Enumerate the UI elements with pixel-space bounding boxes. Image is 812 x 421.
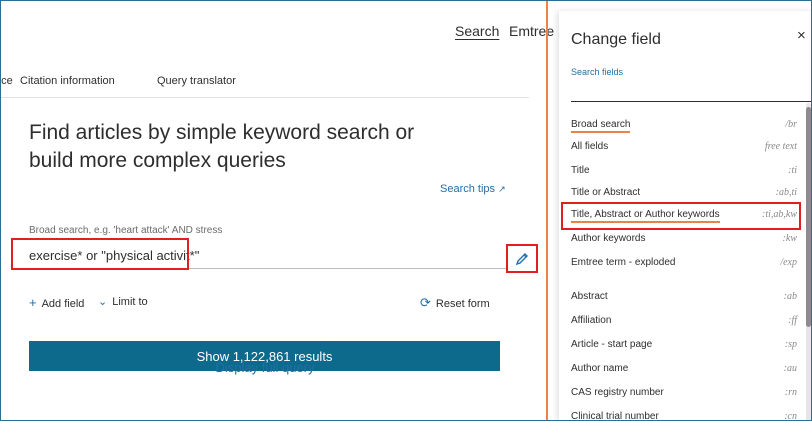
- field-code: :ff: [788, 315, 797, 326]
- field-option-article-start-page[interactable]: Article - start page :sp: [571, 339, 797, 355]
- field-code: :ab: [783, 291, 797, 302]
- field-name: Title or Abstract: [571, 187, 641, 198]
- change-field-button[interactable]: [506, 244, 538, 273]
- field-option-title-or-abstract[interactable]: Title or Abstract :ab,ti: [571, 187, 797, 203]
- external-arrow-icon: ↗: [498, 184, 506, 194]
- add-field-label: Add field: [41, 298, 85, 310]
- field-name: All fields: [571, 141, 609, 152]
- field-name: Article - start page: [571, 339, 653, 350]
- query-input[interactable]: [29, 242, 509, 269]
- broad-search-label: Broad search, e.g. 'heart attack' AND st…: [29, 225, 223, 236]
- search-fields-input[interactable]: [571, 81, 811, 102]
- subnav-translator-link[interactable]: Query translator: [157, 75, 236, 87]
- panel-divider: [546, 1, 548, 420]
- search-tips-link[interactable]: Search tips ↗: [440, 183, 506, 195]
- search-card: Find articles by simple keyword search o…: [1, 97, 538, 420]
- pencil-icon: [515, 252, 528, 265]
- nav-search-link[interactable]: Search: [455, 23, 499, 39]
- panel-title: Change field: [571, 31, 661, 48]
- reset-form-button[interactable]: ⟳ Reset form: [420, 295, 490, 311]
- field-option-title-abstract-keywords[interactable]: Title, Abstract or Author keywords :ti,a…: [571, 209, 797, 225]
- field-name: Broad search: [571, 119, 631, 133]
- scrollbar-thumb[interactable]: [806, 107, 811, 327]
- field-name: Clinical trial number: [571, 411, 659, 421]
- field-code: /br: [785, 119, 797, 130]
- reset-form-label: Reset form: [435, 298, 490, 310]
- field-name: Author name: [571, 363, 629, 374]
- field-code: :kw: [782, 233, 797, 244]
- display-full-query-link[interactable]: Display full query: [1, 360, 529, 375]
- field-option-clinical-trial-number[interactable]: Clinical trial number :cn: [571, 411, 797, 421]
- search-fields-label: Search fields: [571, 67, 624, 77]
- field-name: Title: [571, 165, 590, 176]
- app-window: Search Emtree rice Citation information …: [0, 0, 812, 421]
- field-code: :ti: [788, 165, 797, 176]
- page-title: Find articles by simple keyword search o…: [29, 121, 415, 172]
- limit-to-button[interactable]: ⌄ Limit to: [98, 295, 148, 308]
- close-icon[interactable]: ×: [797, 27, 806, 44]
- field-code: /exp: [780, 257, 797, 268]
- field-option-author-name[interactable]: Author name :au: [571, 363, 797, 379]
- field-name: Affiliation: [571, 315, 612, 326]
- field-option-emtree-exploded[interactable]: Emtree term - exploded /exp: [571, 257, 797, 273]
- field-code: free text: [764, 141, 797, 152]
- field-name: CAS registry number: [571, 387, 664, 398]
- field-code: :ab,ti: [775, 187, 797, 198]
- field-code: :sp: [784, 339, 797, 350]
- field-option-cas-registry-number[interactable]: CAS registry number :rn: [571, 387, 797, 403]
- field-code: :au: [783, 363, 797, 374]
- plus-icon: +: [29, 295, 37, 310]
- change-field-panel: Change field × Search fields Broad searc…: [559, 11, 811, 421]
- field-name: Abstract: [571, 291, 608, 302]
- field-option-author-keywords[interactable]: Author keywords :kw: [571, 233, 797, 249]
- reset-icon: ⟳: [420, 295, 431, 310]
- subnav-previous-link[interactable]: rice: [1, 75, 13, 87]
- field-option-broad-search[interactable]: Broad search /br: [571, 119, 797, 135]
- field-code: :rn: [784, 387, 797, 398]
- field-option-abstract[interactable]: Abstract :ab: [571, 291, 797, 307]
- limit-to-label: Limit to: [112, 296, 148, 308]
- field-option-title[interactable]: Title :ti: [571, 165, 797, 181]
- field-name: Author keywords: [571, 233, 646, 244]
- field-list: Broad search /br All fields free text Ti…: [559, 111, 805, 421]
- field-option-affiliation[interactable]: Affiliation :ff: [571, 315, 797, 331]
- field-option-all-fields[interactable]: All fields free text: [571, 141, 797, 157]
- search-tips-label: Search tips: [440, 183, 496, 195]
- subnav-citation-link[interactable]: Citation information: [20, 75, 115, 87]
- field-code: :cn: [784, 411, 797, 421]
- field-name: Title, Abstract or Author keywords: [571, 209, 720, 223]
- field-code: :ti,ab,kw: [762, 209, 797, 220]
- add-field-button[interactable]: + Add field: [29, 295, 84, 310]
- chevron-down-icon: ⌄: [98, 296, 108, 308]
- field-name: Emtree term - exploded: [571, 257, 676, 268]
